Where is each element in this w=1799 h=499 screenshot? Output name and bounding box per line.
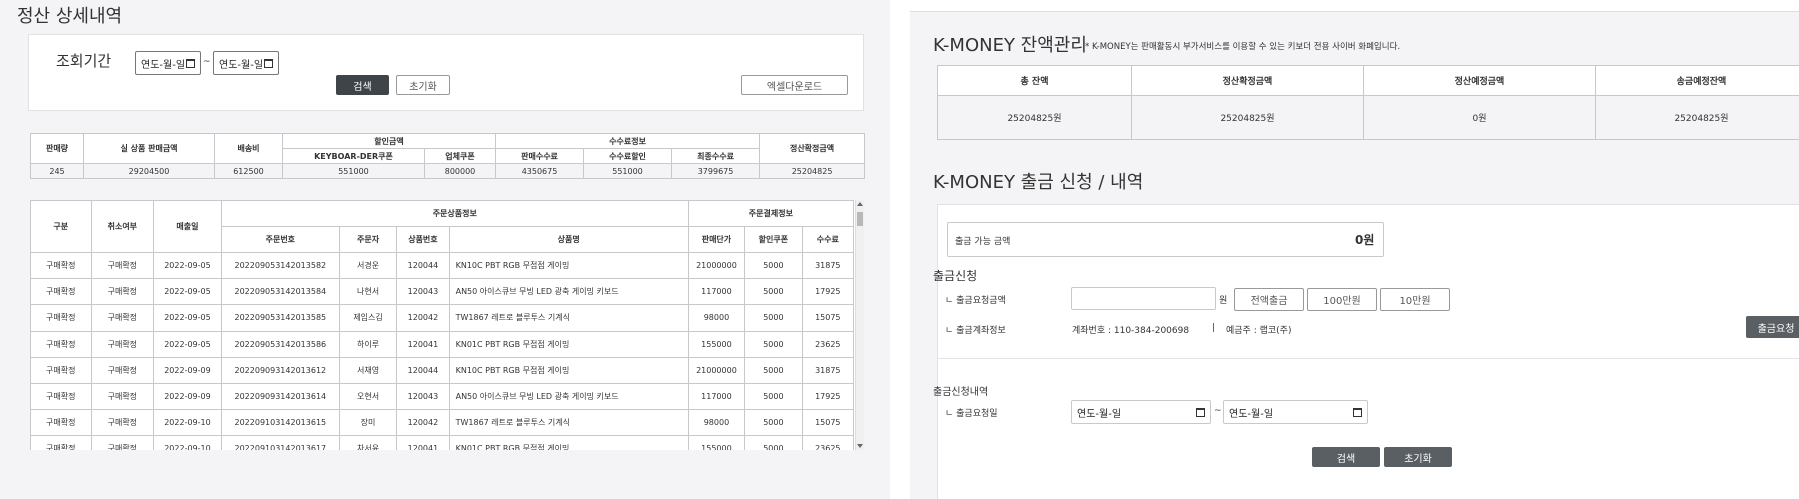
- history-end-date-input[interactable]: 연도-월-일: [1223, 400, 1368, 424]
- available-label: 출금 가능 금액: [955, 237, 1011, 247]
- header-final-fee: 최종수수료: [671, 148, 761, 164]
- scroll-down-icon[interactable]: [857, 444, 863, 448]
- orders-table: 구분 취소여부 매출일 주문상품정보 주문결제정보 주문번호 주문자 상품번호 …: [30, 200, 855, 450]
- history-reset-button[interactable]: 초기화: [1384, 447, 1452, 467]
- header-pending: 정산예정금액: [1363, 65, 1596, 96]
- header-settled: 정산확정금액: [1131, 65, 1364, 96]
- table-row[interactable]: 구매확정 구매확정 2022-09-05 20220905314201358​2 서경운…: [30, 251, 855, 280]
- kmoney-balance-table: 총 잔액 정산확정금액 정산예정금액 송금예정잔액 25204825원 2520…: [937, 65, 1799, 140]
- calendar-icon: [186, 58, 195, 68]
- table-row[interactable]: 구매확정 구매확정 2022-09-10 202209103142013615 장미 12…: [30, 409, 855, 437]
- section-divider: [937, 358, 1799, 359]
- header-sales-qty: 판매량: [30, 133, 84, 164]
- one-million-button[interactable]: 100만원: [1307, 288, 1377, 311]
- amount-label: ㄴ 출금요청금액: [945, 296, 1006, 306]
- balance-row: 25204825원 25204825원 0원 25204825원: [937, 95, 1799, 140]
- table-row[interactable]: 구매확정 구매확정 2022-09-09 202209093142013612 서채영 1…: [30, 356, 855, 384]
- calendar-icon: [1353, 407, 1362, 417]
- header-settled-amount: 정산확정금액: [759, 133, 866, 164]
- header-sales-fee: 판매수수료: [495, 148, 585, 164]
- kmoney-title: K-MONEY 잔액관리: [933, 35, 1087, 56]
- table-row[interactable]: 구매확정 구매확정 2022-09-05 202209053142013585 제임스김…: [30, 304, 855, 332]
- date-separator: ~: [203, 57, 211, 67]
- header-shipping: 배송비: [214, 133, 283, 164]
- withdraw-all-button[interactable]: 전액출금: [1234, 288, 1304, 311]
- header-fee-info: 수수료정보: [495, 133, 761, 149]
- header-net-sales: 실 상품 판매금액: [83, 133, 215, 164]
- excel-download-button[interactable]: 엑셀다운로드: [741, 75, 848, 95]
- account-label: ㄴ 출금계좌정보: [945, 326, 1006, 336]
- account-number: 계좌번호 : 110-384-200698: [1072, 326, 1190, 336]
- header-cancel: 취소여부: [90, 200, 155, 253]
- header-keyboar-coupon: KEYBOAR-DER쿠폰: [282, 148, 425, 164]
- header-product-name: 상품명: [448, 226, 689, 253]
- end-date-input[interactable]: 연도-월-일: [213, 51, 279, 75]
- header-total-balance: 총 잔액: [937, 65, 1132, 96]
- withdraw-request-button[interactable]: 출금요청: [1746, 316, 1799, 338]
- apply-title: 출금신청: [933, 269, 978, 283]
- account-separator: |: [1212, 323, 1216, 333]
- header-payment-info: 주문결제정보: [687, 200, 855, 227]
- table-row[interactable]: 구매확정 구매확정 2022-09-05 202209053142013584 나현서 1…: [30, 278, 855, 306]
- header-order-no: 주문번호: [220, 226, 340, 253]
- top-strip: [910, 0, 1799, 12]
- header-unit-price: 판매단가: [687, 226, 746, 253]
- settlement-detail-panel: 정산 상세내역 조회기간 연도-월-일 ~ 연도-월-일 검색 초기화 엑셀다운…: [0, 0, 890, 499]
- orders-table-viewport[interactable]: 구분 취소여부 매출일 주문상품정보 주문결제정보 주문번호 주문자 상품번호 …: [30, 200, 864, 450]
- table-row[interactable]: 구매확정 구매확정 2022-09-09 202209093142013614 오현서 1…: [30, 382, 855, 411]
- page-title: 정산 상세내역: [17, 6, 123, 27]
- header-buyer: 주문자: [338, 226, 398, 253]
- settlement-summary-table: 판매량 실 상품 판매금액 배송비 할인금액 수수료정보 정산확정금액 KEYB…: [30, 133, 866, 179]
- header-sale-date: 매출일: [153, 200, 222, 253]
- date-label: ㄴ 출금요청일: [945, 409, 998, 419]
- header-order-info: 주문상품정보: [220, 200, 689, 227]
- summary-row: 245 29204500 612500 551000 800000 435067…: [30, 163, 866, 179]
- scroll-thumb[interactable]: [857, 212, 863, 226]
- header-fee: 수수료: [801, 226, 855, 253]
- reset-button[interactable]: 초기화: [396, 75, 450, 95]
- account-holder: 예금주 : 랩코(주): [1226, 326, 1292, 336]
- header-discount: 할인금액: [281, 133, 497, 149]
- history-search-button[interactable]: 검색: [1312, 447, 1380, 467]
- search-button[interactable]: 검색: [336, 75, 389, 95]
- amount-input[interactable]: [1071, 287, 1216, 310]
- period-label: 조회기간: [56, 52, 112, 70]
- header-vendor-coupon: 업체쿠폰: [423, 148, 497, 164]
- panel-divider: [890, 0, 910, 499]
- won-unit: 원: [1219, 296, 1228, 306]
- available-amount-box: [947, 222, 1384, 257]
- history-title: 출금신청내역: [933, 387, 989, 398]
- orders-scrollbar[interactable]: [855, 200, 864, 450]
- available-value: 0원: [1355, 233, 1375, 247]
- header-remit: 송금예정잔액: [1595, 65, 1799, 96]
- history-date-separator: ~: [1214, 406, 1222, 416]
- table-row[interactable]: 구매확정 구매확정 2022-09-10 202209103142013617 차서윤 1…: [30, 435, 855, 450]
- hundred-thousand-button[interactable]: 10만원: [1380, 288, 1450, 311]
- header-fee-discount: 수수료할인: [583, 148, 673, 164]
- calendar-icon: [1196, 407, 1205, 417]
- kmoney-note: * K-MONEY는 판매활동시 부가서비스를 이용할 수 있는 키보더 전용 …: [1085, 42, 1401, 52]
- table-row[interactable]: 구매확정 구매확정 2022-09-05 202209053142013586 하이루 1…: [30, 330, 855, 358]
- withdraw-title: K-MONEY 출금 신청 / 내역: [933, 172, 1144, 193]
- kmoney-panel: K-MONEY 잔액관리 * K-MONEY는 판매활동시 부가서비스를 이용할…: [910, 0, 1799, 499]
- header-product-no: 상품번호: [396, 226, 450, 253]
- scroll-up-icon[interactable]: [857, 202, 863, 206]
- calendar-icon: [264, 58, 273, 68]
- start-date-input[interactable]: 연도-월-일: [135, 51, 201, 75]
- header-discount-coupon: 할인쿠폰: [744, 226, 803, 253]
- history-start-date-input[interactable]: 연도-월-일: [1071, 400, 1211, 424]
- header-type: 구분: [30, 200, 92, 253]
